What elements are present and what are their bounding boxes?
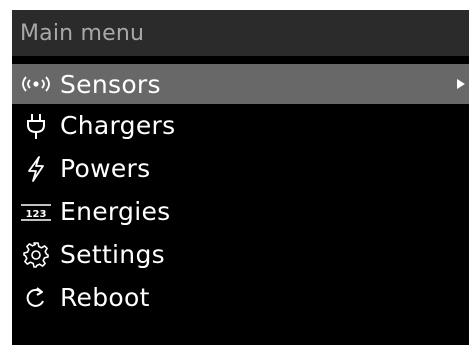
display-screen: Main menu Sensors Chargers Powers 123 En… [12,10,469,345]
menu-item-label: Energies [60,197,171,226]
menu-item-energies[interactable]: 123 Energies [12,190,469,233]
menu-item-label: Settings [60,240,165,269]
menu-item-label: Chargers [60,111,176,140]
main-menu: Sensors Chargers Powers 123 Energies Set… [12,64,469,319]
menu-item-powers[interactable]: Powers [12,147,469,190]
menu-item-label: Powers [60,154,151,183]
counter-123-text: 123 [26,209,47,220]
title-bar: Main menu [12,10,469,56]
menu-item-sensors[interactable]: Sensors [12,64,469,104]
sensor-broadcast-icon [18,69,54,99]
reboot-icon [18,283,54,313]
counter-123-icon: 123 [18,197,54,227]
menu-item-settings[interactable]: Settings [12,233,469,276]
menu-item-label: Reboot [60,283,150,312]
menu-item-reboot[interactable]: Reboot [12,276,469,319]
plug-icon [18,111,54,141]
submenu-arrow-icon [457,79,465,89]
menu-item-chargers[interactable]: Chargers [12,104,469,147]
gear-icon [18,240,54,270]
menu-item-label: Sensors [60,69,161,99]
lightning-icon [18,154,54,184]
menu-title: Main menu [20,20,145,46]
title-divider [12,56,469,62]
